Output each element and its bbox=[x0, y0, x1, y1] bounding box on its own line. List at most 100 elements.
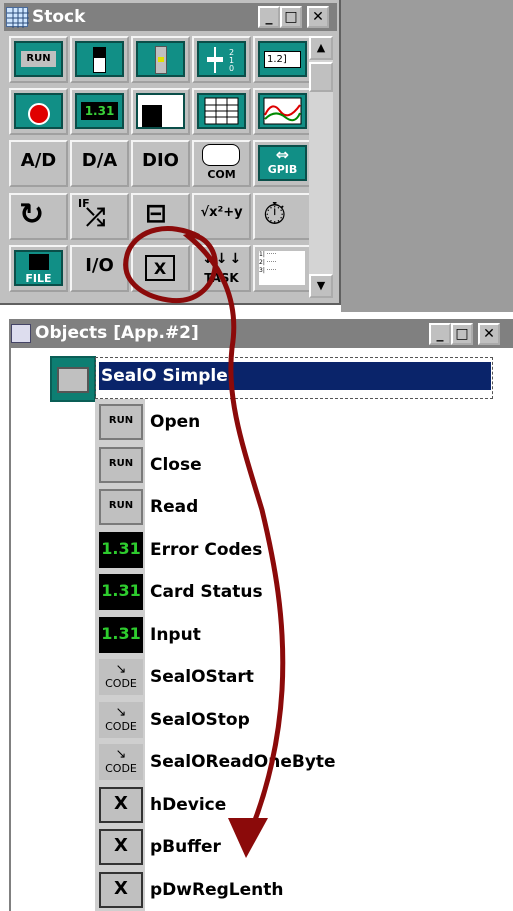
table-icon bbox=[197, 93, 246, 129]
tile-slider[interactable]: 210 bbox=[192, 36, 251, 83]
numeric-icon-label: 1.31 bbox=[101, 581, 141, 600]
tile-graph[interactable] bbox=[253, 88, 312, 135]
tile-com[interactable]: COM bbox=[192, 140, 251, 187]
tile-run[interactable]: RUN bbox=[9, 36, 68, 83]
svg-text:0: 0 bbox=[229, 64, 234, 73]
tile-run-label: RUN bbox=[21, 51, 56, 67]
tile-formula-label: √x²+y bbox=[200, 205, 243, 220]
tile-ad[interactable]: A/D bbox=[9, 140, 68, 187]
objects-close-button[interactable]: ✕ bbox=[478, 323, 500, 345]
tile-numeric-input[interactable]: 1.2] bbox=[253, 36, 312, 83]
maximize-button[interactable]: □ bbox=[280, 6, 302, 28]
tile-task-label: TASK bbox=[204, 271, 239, 285]
loop-icon: ↻ bbox=[19, 197, 45, 232]
variable-icon-label: X bbox=[114, 793, 128, 814]
code-icon-label: CODE bbox=[105, 762, 137, 775]
tile-com-label: COM bbox=[207, 168, 236, 181]
objects-titlebar[interactable]: Objects [App.#2] _ □ ✕ bbox=[9, 319, 513, 348]
tile-case[interactable]: ⊟ bbox=[131, 193, 190, 240]
close-button[interactable]: ✕ bbox=[307, 6, 329, 28]
case-icon: ⊟ bbox=[145, 199, 167, 229]
sequence-list-icon: 1| ····· 2| ····· 3| ····· bbox=[259, 251, 305, 285]
run-icon-label: RUN bbox=[108, 458, 134, 469]
stock-titlebar[interactable]: Stock _ □ ✕ bbox=[4, 3, 337, 31]
tree-item-label: Close bbox=[150, 455, 202, 475]
run-icon: RUN bbox=[14, 41, 63, 77]
code-icon: ↘ CODE bbox=[99, 744, 143, 780]
tile-led[interactable] bbox=[9, 88, 68, 135]
gpib-icon: ⇔ GPIB bbox=[258, 145, 307, 181]
panel-folder-icon[interactable] bbox=[50, 356, 96, 402]
tile-file-label: FILE bbox=[25, 272, 52, 285]
tree-item-label: SealOStop bbox=[150, 710, 250, 730]
stock-scrollbar[interactable]: ▲ ▼ bbox=[309, 36, 333, 298]
tile-io[interactable]: I/O bbox=[70, 245, 129, 292]
tree-item[interactable]: RUN Read bbox=[99, 488, 399, 526]
tile-da[interactable]: D/A bbox=[70, 140, 129, 187]
tile-file[interactable]: FILE bbox=[9, 245, 68, 292]
code-icon-label: CODE bbox=[105, 677, 137, 690]
tree-item-label: Open bbox=[150, 412, 201, 432]
desktop-background bbox=[341, 0, 513, 312]
tree-item-label: Read bbox=[150, 497, 199, 517]
code-icon-label: CODE bbox=[105, 720, 137, 733]
tree-item-label: pBuffer bbox=[150, 837, 221, 857]
tile-task[interactable]: ↓↓↓ TASK bbox=[192, 245, 251, 292]
tree-item[interactable]: 1.31 Error Codes bbox=[99, 531, 399, 569]
tree-item-label: SealOStart bbox=[150, 667, 254, 687]
task-arrows-icon: ↓↓↓ bbox=[202, 251, 244, 267]
tree-item-label: pDwRegLenth bbox=[150, 880, 284, 900]
file-icon: FILE bbox=[14, 250, 63, 286]
tile-gpib[interactable]: ⇔ GPIB bbox=[253, 140, 312, 187]
objects-maximize-button[interactable]: □ bbox=[451, 323, 473, 345]
tree-item[interactable]: RUN Close bbox=[99, 446, 399, 484]
tile-gpib-label: GPIB bbox=[267, 163, 298, 176]
code-arrow-icon: ↘ bbox=[115, 747, 127, 762]
tree-item[interactable]: RUN Open bbox=[99, 403, 399, 441]
objects-title: Objects [App.#2] bbox=[35, 323, 199, 343]
tile-if[interactable]: IF ⤮ bbox=[70, 193, 129, 240]
tree-item-label: Input bbox=[150, 625, 201, 645]
numeric-icon-label: 1.31 bbox=[101, 624, 141, 643]
tile-dio-label: DIO bbox=[142, 150, 179, 171]
code-icon: ↘ CODE bbox=[99, 659, 143, 695]
tile-timer[interactable]: ⏱ bbox=[253, 193, 312, 240]
tree-item-label: SealOReadOneByte bbox=[150, 752, 336, 772]
tile-formula[interactable]: √x²+y bbox=[192, 193, 251, 240]
tile-loop[interactable]: ↻ bbox=[9, 193, 68, 240]
tree-item[interactable]: 1.31 Input bbox=[99, 616, 399, 654]
tile-led-column[interactable] bbox=[131, 36, 190, 83]
tree-item[interactable]: ↘ CODE SealOStart bbox=[99, 658, 399, 696]
tile-dio[interactable]: DIO bbox=[131, 140, 190, 187]
root-item-selected[interactable]: SealO Simple bbox=[99, 362, 491, 390]
led-column-icon bbox=[136, 41, 185, 77]
code-arrow-icon: ↘ bbox=[115, 705, 127, 720]
switch-icon bbox=[75, 41, 124, 77]
variable-icon: X bbox=[145, 255, 175, 281]
stock-title: Stock bbox=[32, 7, 86, 27]
tree-item[interactable]: 1.31 Card Status bbox=[99, 573, 399, 611]
tile-table[interactable] bbox=[192, 88, 251, 135]
tile-sequence[interactable]: 1| ····· 2| ····· 3| ····· bbox=[253, 245, 312, 292]
scroll-thumb[interactable] bbox=[309, 62, 333, 92]
code-arrow-icon: ↘ bbox=[115, 662, 127, 677]
variable-icon: X bbox=[99, 829, 143, 865]
tile-da-label: D/A bbox=[81, 150, 118, 171]
tree-item[interactable]: ↘ CODE SealOStop bbox=[99, 701, 399, 739]
scroll-up-button[interactable]: ▲ bbox=[309, 36, 333, 60]
run-icon: RUN bbox=[99, 489, 143, 525]
tree-item[interactable]: XpDwRegLenth bbox=[99, 871, 399, 909]
tile-switch[interactable] bbox=[70, 36, 129, 83]
tile-variable[interactable]: X bbox=[131, 245, 190, 292]
tree-item-label: Error Codes bbox=[150, 540, 263, 560]
run-icon-label: RUN bbox=[108, 500, 134, 511]
tile-meter[interactable] bbox=[131, 88, 190, 135]
tree-item[interactable]: XhDevice bbox=[99, 786, 399, 824]
tree-item[interactable]: XpBuffer bbox=[99, 828, 399, 866]
scroll-down-button[interactable]: ▼ bbox=[309, 274, 333, 298]
objects-minimize-button[interactable]: _ bbox=[429, 323, 451, 345]
tile-numeric-display[interactable]: 1.31 bbox=[70, 88, 129, 135]
meter-icon bbox=[136, 93, 185, 129]
minimize-button[interactable]: _ bbox=[258, 6, 280, 28]
tree-item[interactable]: ↘ CODE SealOReadOneByte bbox=[99, 743, 399, 781]
